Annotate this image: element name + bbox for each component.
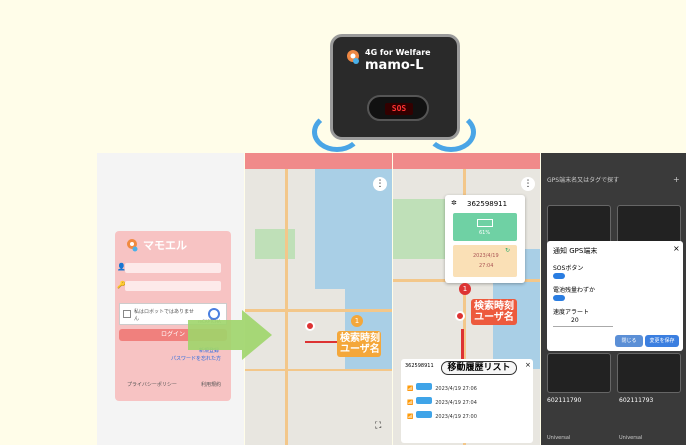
map-view[interactable] (245, 169, 392, 445)
wifi-icon: 📶 (407, 400, 414, 406)
flow-arrowhead (242, 310, 272, 360)
history-list-panel: 362598911 移動履歴リスト × 📶 2023/4/19 27:06 📶 20… (401, 359, 533, 443)
signal-wave-right (426, 112, 476, 152)
battery-panel: 61% (453, 213, 517, 241)
history-device-id: 362598911 (405, 363, 434, 369)
location-marker[interactable] (455, 311, 465, 321)
device-brand: mamo-L (365, 58, 424, 73)
captcha-checkbox[interactable] (123, 310, 131, 318)
add-icon[interactable]: + (673, 175, 680, 184)
map-screen: ⋮ 1 検索時刻 ユーザ名 ⛶ (245, 153, 392, 445)
more-menu-icon[interactable]: ⋮ (521, 177, 535, 191)
device-label-top: 4G for Welfare (365, 48, 431, 57)
network-badge (416, 383, 433, 390)
timestamp-time: 27:04 (479, 263, 494, 269)
gear-icon: ✲ (451, 199, 457, 207)
close-icon[interactable]: × (525, 361, 531, 369)
signal-wave-left (312, 112, 362, 152)
save-button[interactable]: 変更を保存 (645, 335, 679, 347)
refresh-icon[interactable]: ↻ (505, 247, 510, 254)
battery-label: 電池残量わずか (553, 287, 596, 294)
app-header (393, 153, 540, 169)
sos-button-label: SOS (385, 103, 413, 115)
fullscreen-icon[interactable]: ⛶ (375, 421, 381, 431)
sos-label: SOSボタン (553, 265, 584, 272)
device-tag-left: Universal (547, 435, 571, 441)
device-tag-right: Universal (619, 435, 643, 441)
history-row[interactable]: 📶 2023/4/19 27:04 (407, 397, 527, 407)
username-input[interactable] (125, 263, 221, 273)
network-badge (416, 411, 433, 418)
speed-label: 速度アラート (553, 309, 590, 316)
marker-number[interactable]: 1 (351, 315, 363, 327)
terms-link[interactable]: 利用規約 (201, 381, 221, 388)
wifi-icon: 📶 (407, 386, 414, 392)
device-card[interactable] (617, 353, 681, 393)
flow-arrow (188, 320, 242, 350)
notification-dialog: 通知 GPS端末 × SOSボタン 電池残量わずか 速度アラート 20 閉じる … (547, 241, 683, 351)
history-time: 2023/4/19 27:04 (435, 400, 477, 406)
history-screen: ⋮ ✲ 362598911 61% 2023/4/19 27:04 ↻ 1 検索… (393, 153, 540, 445)
wifi-icon: 📶 (407, 414, 414, 420)
app-logo-icon (125, 237, 139, 252)
device-search-input[interactable]: GPS端末名又はタグで探す (547, 175, 675, 187)
more-menu-icon[interactable]: ⋮ (373, 177, 387, 191)
sos-toggle[interactable] (553, 273, 565, 279)
dialog-title: 通知 GPS端末 (553, 247, 598, 255)
marker-number[interactable]: 1 (459, 283, 471, 295)
history-row[interactable]: 📶 2023/4/19 27:06 (407, 383, 527, 393)
device-card[interactable] (547, 353, 611, 393)
history-title: 移動履歴リスト (441, 361, 517, 375)
close-button[interactable]: 閉じる (615, 335, 643, 347)
password-input[interactable] (125, 281, 221, 291)
battery-icon (477, 219, 493, 227)
battery-level: 61% (479, 230, 491, 236)
history-time: 2023/4/19 27:00 (435, 414, 477, 420)
history-time: 2023/4/19 27:06 (435, 386, 477, 392)
settings-screen: GPS端末名又はタグで探す + 通知 GPS端末 × SOSボタン 電池残量わず… (541, 153, 686, 445)
callout-label: 検索時刻 ユーザ名 (337, 331, 381, 357)
device-popup: ✲ 362598911 61% 2023/4/19 27:04 ↻ (445, 195, 525, 283)
app-logo-icon (345, 49, 361, 65)
timestamp-panel: 2023/4/19 27:04 ↻ (453, 245, 517, 277)
login-screen: マモエル 👤 🔑 私はロボットではありません reCAPTCHA ログイン 新規… (97, 153, 244, 445)
speed-input[interactable]: 20 (553, 317, 613, 327)
history-row[interactable]: 📶 2023/4/19 27:00 (407, 411, 527, 421)
app-header (245, 153, 392, 169)
timestamp-date: 2023/4/19 (473, 253, 499, 259)
close-icon[interactable]: × (673, 244, 680, 253)
app-name: マモエル (143, 239, 187, 252)
network-badge (416, 397, 433, 404)
device-name-left: 602111790 (547, 397, 582, 404)
callout-label: 検索時刻 ユーザ名 (471, 299, 517, 325)
forgot-password-link[interactable]: パスワードを忘れた方 (171, 355, 221, 362)
battery-toggle[interactable] (553, 295, 565, 301)
captcha-text: 私はロボットではありません (134, 309, 194, 322)
privacy-link[interactable]: プライバシーポリシー (127, 381, 177, 388)
login-card: マモエル 👤 🔑 私はロボットではありません reCAPTCHA ログイン 新規… (115, 231, 231, 401)
device-name-right: 602111793 (619, 397, 654, 404)
sos-button: SOS (367, 95, 429, 121)
location-marker[interactable] (305, 321, 315, 331)
device-id: 362598911 (467, 200, 508, 208)
